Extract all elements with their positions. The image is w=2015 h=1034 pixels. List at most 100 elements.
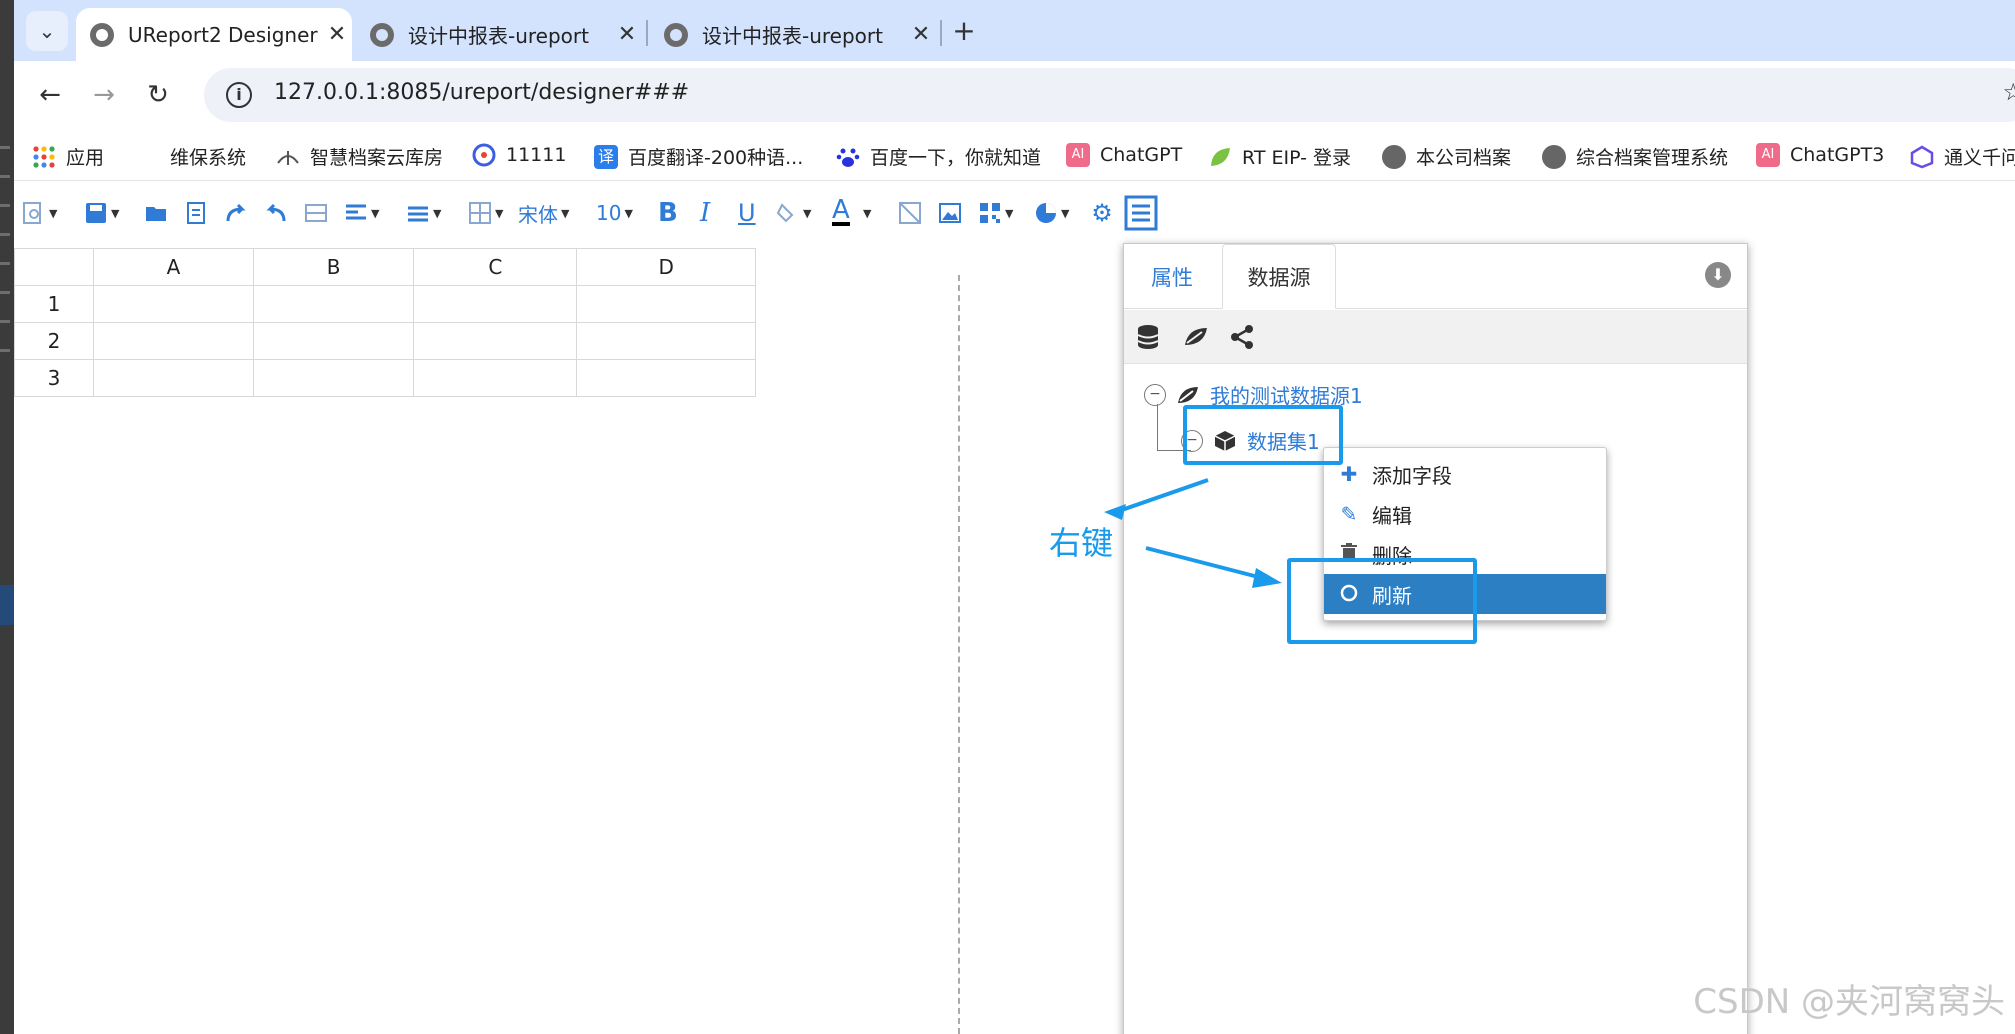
close-icon[interactable]: ✕: [612, 22, 642, 47]
grid-cell[interactable]: [413, 359, 578, 397]
font-size-select[interactable]: 10 ▼: [596, 198, 633, 228]
bookmark-star-icon[interactable]: ☆: [2002, 78, 2015, 106]
tab-design-report-2[interactable]: 设计中报表-ureport ✕: [650, 8, 936, 61]
bookmark-tongyi[interactable]: 通义千问: [1910, 143, 2015, 170]
bookmark-chatgpt[interactable]: AI ChatGPT: [1066, 143, 1182, 167]
valign-button[interactable]: ▼: [406, 198, 441, 228]
toggle-panel-button[interactable]: [1124, 194, 1158, 232]
border-button[interactable]: ▼: [468, 198, 503, 228]
grid-cell[interactable]: [413, 285, 578, 323]
column-header[interactable]: D: [576, 248, 756, 286]
fill-color-button[interactable]: ▼: [776, 198, 811, 228]
grid-cell[interactable]: [413, 322, 578, 360]
bookmark-label: 综合档案管理系统: [1576, 147, 1729, 169]
menu-item-add-field[interactable]: ✚ 添加字段: [1324, 454, 1606, 494]
tab-title: UReport2 Designer: [128, 22, 318, 47]
close-icon[interactable]: ✕: [906, 22, 936, 47]
plus-icon: ✚: [1340, 462, 1358, 486]
bookmark-weibao[interactable]: 维保系统: [170, 143, 246, 170]
row-header[interactable]: 1: [14, 285, 94, 323]
share-icon[interactable]: [1228, 323, 1256, 351]
ai-icon: AI: [1756, 143, 1780, 167]
paint-bucket-icon: [776, 201, 800, 225]
translate-icon: 译: [594, 144, 618, 169]
font-color-button[interactable]: A: [832, 197, 850, 228]
leaf-datasource-icon[interactable]: [1182, 323, 1210, 351]
new-tab-button[interactable]: +: [944, 12, 984, 52]
redo-button[interactable]: [224, 198, 248, 228]
grid-cell[interactable]: [252, 359, 415, 397]
grid-cell[interactable]: [93, 285, 254, 323]
bookmark-smart-archive[interactable]: 智慧档案云库房: [276, 143, 443, 170]
align-left-button[interactable]: ▼: [344, 198, 379, 228]
menu-item-edit[interactable]: ✎ 编辑: [1324, 494, 1606, 534]
report-grid[interactable]: A B C D 1 2 3: [14, 248, 756, 402]
merge-cells-button[interactable]: [304, 198, 328, 228]
chart-button[interactable]: ▼: [1034, 198, 1069, 228]
grid-cell[interactable]: [576, 322, 756, 360]
italic-button[interactable]: I: [700, 198, 710, 228]
row-header[interactable]: 3: [14, 359, 94, 397]
page-boundary-line: [958, 275, 960, 1034]
align-left-icon: [344, 201, 368, 225]
underline-icon: U: [738, 199, 756, 227]
grid-cell[interactable]: [93, 322, 254, 360]
bookmark-label: 百度翻译-200种语...: [628, 147, 804, 169]
bookmark-rt-eip[interactable]: RT EIP- 登录: [1208, 143, 1351, 170]
font-family-value: 宋体: [518, 202, 558, 227]
forward-arrow-icon[interactable]: →: [86, 77, 122, 113]
reload-icon[interactable]: ↻: [140, 77, 176, 113]
bookmark-company-archive[interactable]: 本公司档案: [1382, 143, 1511, 170]
tab-properties[interactable]: 属性: [1124, 244, 1220, 309]
font-color-caret[interactable]: ▼: [860, 198, 871, 228]
bookmark-11111[interactable]: 11111: [472, 143, 566, 167]
grid-corner[interactable]: [14, 248, 94, 286]
undo-button[interactable]: [264, 198, 288, 228]
grid-cell[interactable]: [252, 322, 415, 360]
column-header[interactable]: B: [252, 248, 415, 286]
tab-design-report-1[interactable]: 设计中报表-ureport ✕: [356, 8, 642, 61]
preview-button[interactable]: ▼: [22, 198, 57, 228]
back-arrow-icon[interactable]: ←: [32, 77, 68, 113]
globe-icon: [370, 22, 394, 47]
bookmark-chatgpt3[interactable]: AI ChatGPT3: [1756, 143, 1884, 167]
globe-icon: [664, 22, 688, 47]
bookmark-apps[interactable]: 应用: [32, 143, 104, 170]
settings-button[interactable]: ⚙: [1090, 198, 1114, 228]
grid-cell[interactable]: [93, 359, 254, 397]
column-header[interactable]: A: [93, 248, 254, 286]
import-button[interactable]: [184, 198, 208, 228]
underline-button[interactable]: U: [738, 198, 756, 228]
tab-ureport-designer[interactable]: UReport2 Designer ✕: [76, 8, 352, 61]
grid-cell[interactable]: [252, 285, 415, 323]
bookmark-archive-system[interactable]: 综合档案管理系统: [1542, 143, 1728, 170]
save-button[interactable]: ▼: [84, 198, 119, 228]
row-header[interactable]: 2: [14, 322, 94, 360]
tab-divider: [646, 20, 648, 46]
image-button[interactable]: [938, 198, 962, 228]
open-button[interactable]: [144, 198, 168, 228]
collapse-icon[interactable]: −: [1144, 383, 1166, 406]
pie-chart-icon: [1034, 201, 1058, 225]
bookmark-label: 本公司档案: [1416, 147, 1512, 169]
omnibox[interactable]: i 127.0.0.1:8085/ureport/designer### ☆: [204, 68, 2015, 122]
tab-datasource[interactable]: 数据源: [1222, 244, 1336, 309]
bold-button[interactable]: B: [658, 198, 678, 228]
qrcode-button[interactable]: ▼: [978, 198, 1013, 228]
tab-search-button[interactable]: ⌄: [26, 11, 68, 51]
download-icon[interactable]: ⬇: [1705, 262, 1731, 288]
url-text[interactable]: 127.0.0.1:8085/ureport/designer###: [274, 80, 689, 105]
column-header[interactable]: C: [413, 248, 578, 286]
bookmark-baidu[interactable]: 百度一下，你就知道: [836, 143, 1041, 170]
font-family-select[interactable]: 宋体 ▼: [518, 198, 569, 228]
close-icon[interactable]: ✕: [322, 22, 352, 47]
grid-cell[interactable]: [576, 359, 756, 397]
grid-cell[interactable]: [576, 285, 756, 323]
bookmark-label: 维保系统: [170, 147, 247, 169]
database-icon[interactable]: [1134, 323, 1162, 351]
site-info-icon[interactable]: i: [226, 82, 252, 108]
save-icon: [84, 201, 108, 225]
slash-cell-button[interactable]: [898, 198, 922, 228]
menu-item-label: 编辑: [1372, 503, 1412, 528]
bookmark-baidu-translate[interactable]: 译 百度翻译-200种语...: [594, 143, 803, 170]
